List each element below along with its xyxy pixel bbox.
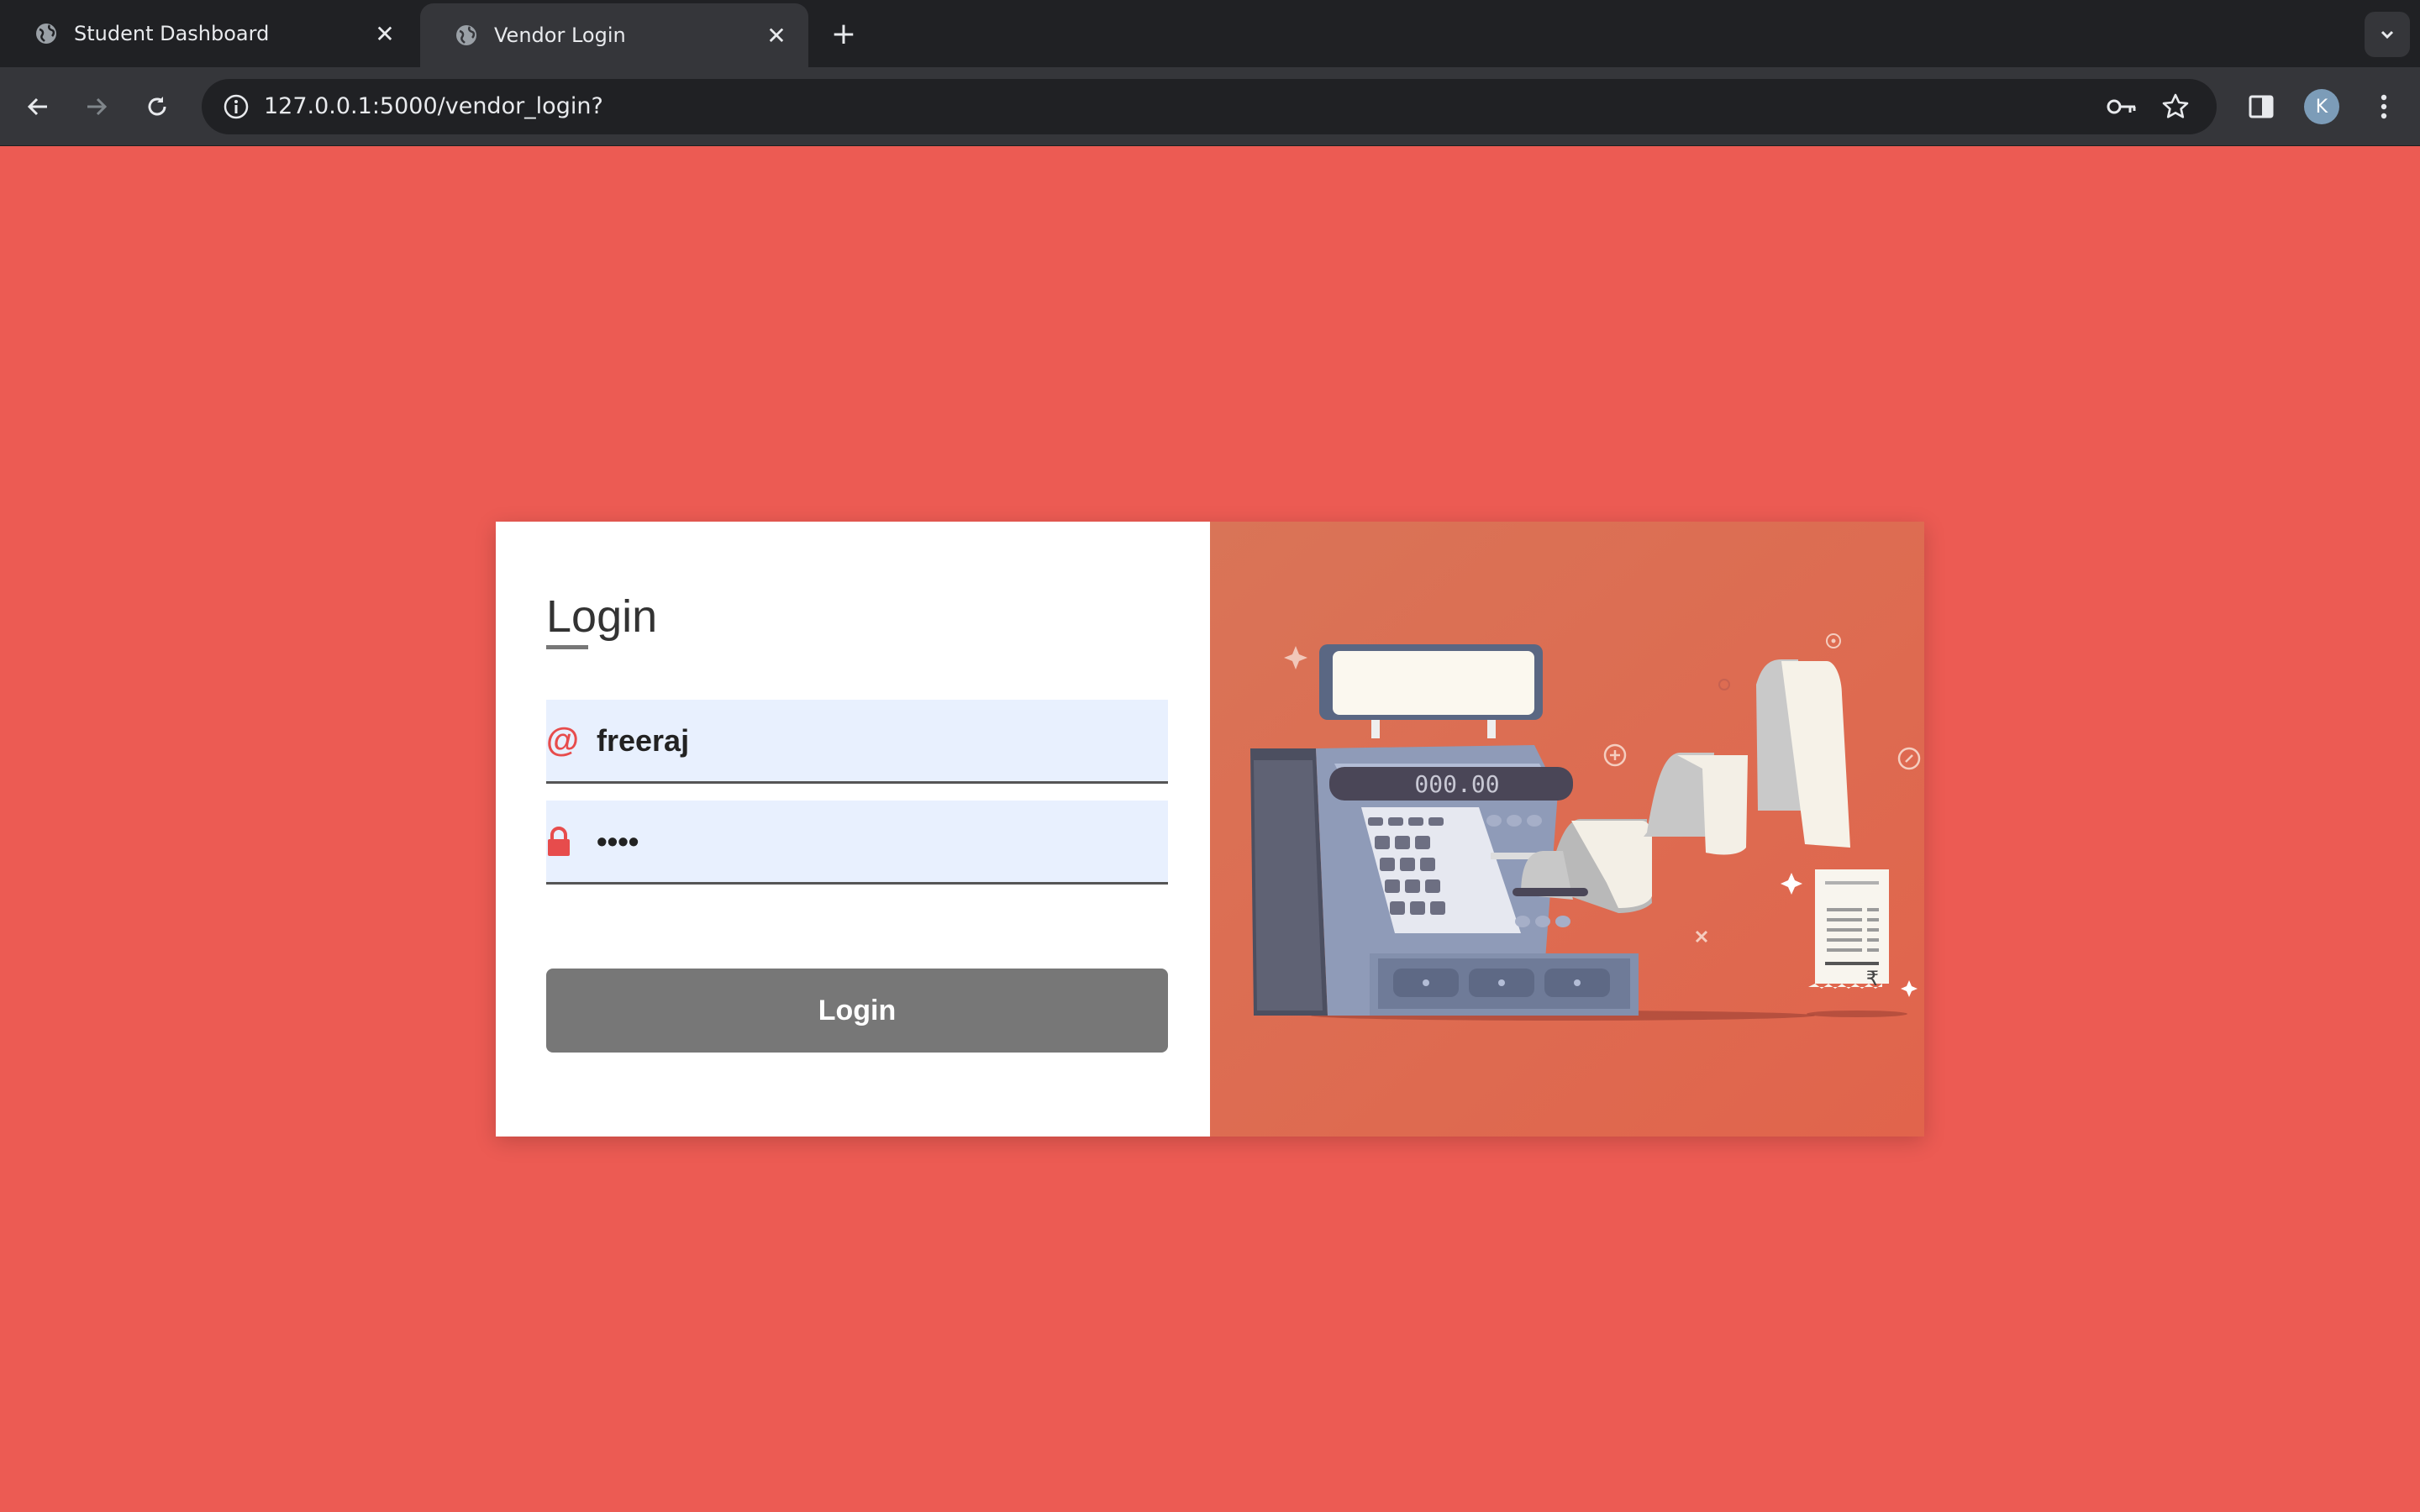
- side-panel-icon[interactable]: [2240, 86, 2282, 128]
- address-bar[interactable]: 127.0.0.1:5000/vendor_login?: [202, 79, 2217, 134]
- globe-icon: [34, 21, 59, 46]
- forward-arrow-icon[interactable]: [76, 86, 118, 128]
- new-tab-plus-icon[interactable]: +: [825, 15, 862, 52]
- url-text[interactable]: 127.0.0.1:5000/vendor_login?: [264, 79, 603, 134]
- password-field[interactable]: ••••: [546, 801, 1168, 885]
- password-value[interactable]: ••••: [597, 824, 639, 859]
- at-sign-icon: @: [546, 722, 580, 759]
- username-value[interactable]: freeraj: [597, 723, 689, 759]
- site-info-icon[interactable]: [215, 86, 257, 128]
- profile-avatar[interactable]: K: [2304, 89, 2339, 124]
- browser-toolbar: 127.0.0.1:5000/vendor_login? K: [0, 67, 2420, 146]
- tab-strip: Student Dashboard ✕ Vendor Login ✕ +: [0, 0, 2420, 67]
- login-button[interactable]: Login: [546, 969, 1168, 1053]
- cash-register-illustration: ₹ 000.00: [1210, 522, 1924, 1137]
- lock-icon: [546, 826, 597, 857]
- cash-register-image: ₹ 000.00: [1210, 522, 1924, 1137]
- tab-title: Student Dashboard: [74, 22, 270, 45]
- tab-title: Vendor Login: [494, 24, 626, 47]
- tab-student-dashboard[interactable]: Student Dashboard ✕: [0, 0, 417, 67]
- username-field[interactable]: @ freeraj: [546, 700, 1168, 784]
- close-icon[interactable]: ✕: [758, 17, 795, 54]
- login-form: Login @ freeraj •••• Login: [496, 522, 1210, 1137]
- key-icon[interactable]: [2102, 87, 2141, 126]
- currency-symbol: ₹: [1866, 967, 1879, 990]
- reload-icon[interactable]: [136, 86, 178, 128]
- close-icon[interactable]: ✕: [366, 15, 403, 52]
- tab-vendor-login[interactable]: Vendor Login ✕: [420, 3, 808, 67]
- login-heading: Login: [546, 591, 658, 642]
- kebab-menu-icon[interactable]: [2363, 86, 2405, 128]
- heading-underline: [546, 645, 588, 649]
- star-icon[interactable]: [2156, 87, 2195, 126]
- login-card: Login @ freeraj •••• Login ₹ 000.00: [496, 522, 1924, 1137]
- register-display-text: 000.00: [1414, 770, 1499, 798]
- back-arrow-icon[interactable]: [17, 86, 59, 128]
- tab-search-chevron-icon[interactable]: [2365, 12, 2410, 57]
- globe-icon: [454, 23, 479, 48]
